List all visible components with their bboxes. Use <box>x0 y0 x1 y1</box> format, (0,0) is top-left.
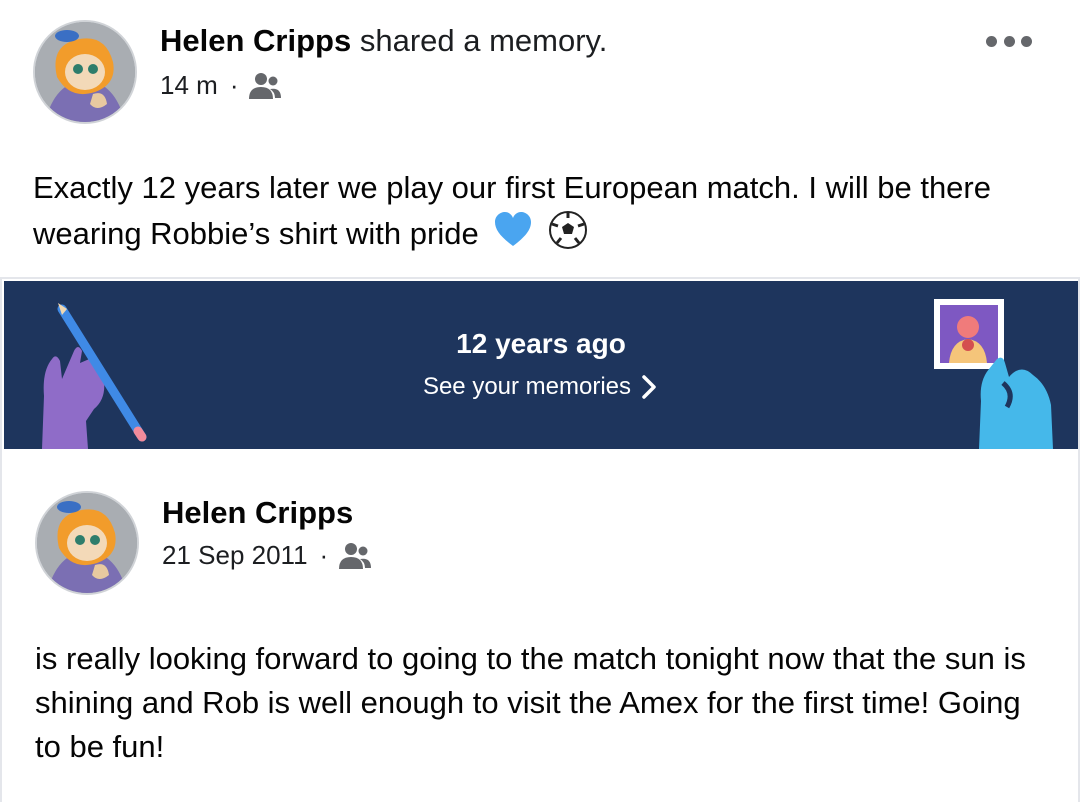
original-post-meta: 21 Sep 2011 · <box>162 540 372 571</box>
meta-separator: · <box>319 540 329 570</box>
more-horizontal-icon-dot <box>1003 35 1015 47</box>
original-post-text: is really looking forward to going to th… <box>35 641 1026 764</box>
more-horizontal-icon <box>986 35 997 47</box>
author-name[interactable]: Helen Cripps <box>160 23 351 58</box>
avatar-image <box>37 493 137 593</box>
more-options-button[interactable] <box>986 28 1032 54</box>
post-time[interactable]: 14 m <box>160 70 218 101</box>
see-memories-link[interactable]: See your memories <box>4 373 1078 401</box>
memories-title: 12 years ago <box>456 328 626 359</box>
post-text: Exactly 12 years later we play our first… <box>33 166 1043 256</box>
see-memories-label: See your memories <box>422 373 632 400</box>
friends-icon[interactable] <box>338 541 372 571</box>
chevron-right-icon <box>642 375 656 399</box>
avatar-image <box>35 22 135 122</box>
original-author-avatar[interactable] <box>35 491 139 595</box>
more-horizontal-icon-dot <box>1021 35 1032 47</box>
soccer-ball-icon <box>548 211 587 249</box>
hand-photo-illustration <box>934 299 1053 449</box>
memories-banner[interactable]: 12 years ago See your memories <box>4 281 1078 449</box>
original-author-name[interactable]: Helen Cripps <box>162 495 353 530</box>
original-post-date[interactable]: 21 Sep 2011 <box>162 540 308 571</box>
friends-icon[interactable] <box>248 71 282 101</box>
original-post-author-line: Helen Cripps <box>162 494 353 532</box>
post-header: Helen Cripps shared a memory. 14 m · <box>0 0 1080 140</box>
post-meta: 14 m · <box>160 70 282 101</box>
memory-card[interactable]: 12 years ago See your memories Helen Cri… <box>0 277 1080 802</box>
author-avatar[interactable] <box>33 20 137 124</box>
post-author-line: Helen Cripps shared a memory. <box>160 22 607 60</box>
post-action: shared a memory. <box>359 23 608 58</box>
blue-heart-icon <box>495 212 532 246</box>
meta-separator: · <box>229 70 239 100</box>
